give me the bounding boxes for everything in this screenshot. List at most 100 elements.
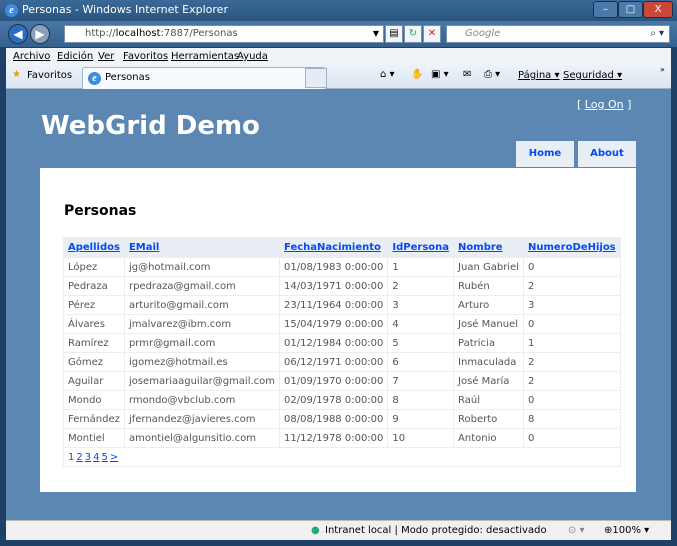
feed-icon[interactable]: ▣ ▾ xyxy=(431,69,449,80)
table-cell: jfernandez@javieres.com xyxy=(123,409,281,429)
hand-icon[interactable]: ✋ xyxy=(411,69,423,80)
table-row: Pedraza rpedraza@gmail.com 14/03/1971 0:00… xyxy=(63,276,621,296)
table-row: Gómez igomez@hotmail.es 06/12/1971 0:00:00… xyxy=(63,352,621,372)
column-header: Nombre xyxy=(453,237,525,258)
table-cell: 15/04/1979 0:00:00 xyxy=(279,314,389,334)
table-cell: rpedraza@gmail.com xyxy=(123,276,281,296)
column-header: FechaNacimiento xyxy=(279,237,389,258)
table-cell: Montiel xyxy=(63,428,125,448)
table-cell: prmr@gmail.com xyxy=(123,333,281,353)
chevron-right-icon[interactable]: » xyxy=(660,65,665,74)
zoom-level[interactable]: ⊕100% ▾ xyxy=(604,525,649,536)
pager-link[interactable]: 4 xyxy=(93,452,99,463)
home-icon[interactable]: ⌂ ▾ xyxy=(380,69,395,80)
table-cell: Gómez xyxy=(63,352,125,372)
search-icon[interactable]: ⌕ ▾ xyxy=(650,26,664,42)
table-cell: arturito@gmail.com xyxy=(123,295,281,315)
browser-tab[interactable]: e Personas xyxy=(82,67,326,89)
table-cell: 02/09/1978 0:00:00 xyxy=(279,390,389,410)
table-cell: Inmaculada xyxy=(453,352,525,372)
sort-link[interactable]: NumeroDeHijos xyxy=(528,242,616,253)
table-cell: 11/12/1978 0:00:00 xyxy=(279,428,389,448)
table-cell: 4 xyxy=(387,314,455,334)
table-cell: 0 xyxy=(523,314,621,334)
table-cell: José Manuel xyxy=(453,314,525,334)
menu-archivo[interactable]: Archivo xyxy=(13,51,50,62)
compat-view-button[interactable]: ▤ xyxy=(385,25,403,43)
table-row: Pérez arturito@gmail.com 23/11/1964 0:00:0… xyxy=(63,295,621,315)
table-cell: Pérez xyxy=(63,295,125,315)
table-cell: 6 xyxy=(387,352,455,372)
nav-home[interactable]: Home xyxy=(516,141,574,167)
table-cell: 01/09/1970 0:00:00 xyxy=(279,371,389,391)
sort-link[interactable]: IdPersona xyxy=(392,242,449,253)
stop-button[interactable]: ✕ xyxy=(423,25,441,43)
menu-edicion[interactable]: Edición xyxy=(57,51,93,62)
window-title: Personas - Windows Internet Explorer xyxy=(22,3,228,16)
nav-about[interactable]: About xyxy=(578,141,636,167)
pager-current: 1 xyxy=(68,451,75,463)
mail-icon[interactable]: ✉ xyxy=(463,69,471,80)
menu-favoritos[interactable]: Favoritos xyxy=(123,51,168,62)
forward-button[interactable]: ▶ xyxy=(30,24,50,44)
column-header: Apellidos xyxy=(63,237,125,258)
dropdown-icon[interactable]: ▼ xyxy=(373,26,379,42)
table-cell: 3 xyxy=(387,295,455,315)
favorites-bar: ★ Favoritos e Personas ⌂ ▾ ✋ ▣ ▾ ✉ ⎙ ▾ Pá… xyxy=(6,65,671,89)
globe-icon: ● xyxy=(311,525,320,536)
menu-ver[interactable]: Ver xyxy=(98,51,114,62)
maximize-button[interactable]: □ xyxy=(618,1,643,18)
back-button[interactable]: ◀ xyxy=(8,24,28,44)
close-button[interactable]: X xyxy=(643,1,673,18)
table-cell: josemariaaguilar@gmail.com xyxy=(123,371,281,391)
table-cell: jg@hotmail.com xyxy=(123,257,281,277)
table-cell: 0 xyxy=(523,428,621,448)
page-content: [ Log On ] WebGrid Demo Home About Perso… xyxy=(6,89,671,520)
table-cell: 1 xyxy=(523,333,621,353)
print-icon[interactable]: ⎙ ▾ xyxy=(484,69,500,80)
pager-link[interactable]: 2 xyxy=(76,452,82,463)
table-cell: Antonio xyxy=(453,428,525,448)
table-cell: 01/12/1984 0:00:00 xyxy=(279,333,389,353)
pager: 1 2 3 4 5 > xyxy=(63,447,621,467)
table-row: Montiel amontiel@algunsitio.com 11/12/1978… xyxy=(63,428,621,448)
table-row: Aguilar josemariaaguilar@gmail.com 01/09/1… xyxy=(63,371,621,391)
pager-link[interactable]: 5 xyxy=(102,452,108,463)
sort-link[interactable]: Apellidos xyxy=(68,242,120,253)
favorites-button[interactable]: Favoritos xyxy=(27,70,72,81)
new-tab-button[interactable] xyxy=(305,68,327,88)
table-cell: Arturo xyxy=(453,295,525,315)
site-title: WebGrid Demo xyxy=(41,111,260,141)
table-cell: 7 xyxy=(387,371,455,391)
table-cell: Rubén xyxy=(453,276,525,296)
menu-ayuda[interactable]: Ayuda xyxy=(237,51,268,62)
address-bar[interactable]: http://localhost:7887/Personas ▼ xyxy=(64,25,384,43)
menu-herramientas[interactable]: Herramientas xyxy=(171,51,239,62)
page-menu[interactable]: Página ▾ xyxy=(518,70,560,81)
table-row: Álvares jmalvarez@ibm.com 15/04/1979 0:00:… xyxy=(63,314,621,334)
protected-icon[interactable]: ⊙ ▾ xyxy=(568,525,585,536)
sort-link[interactable]: FechaNacimiento xyxy=(284,242,381,253)
logon-link[interactable]: Log On xyxy=(585,98,624,111)
table-row: López jg@hotmail.com 01/08/1983 0:00:00 1 Ju… xyxy=(63,257,621,277)
search-input[interactable]: Google ⌕ ▾ xyxy=(446,25,670,43)
menu-bar: Archivo Edición Ver Favoritos Herramient… xyxy=(6,48,671,65)
pager-link[interactable]: > xyxy=(110,452,118,463)
table-cell: Roberto xyxy=(453,409,525,429)
minimize-button[interactable]: – xyxy=(593,1,618,18)
sort-link[interactable]: EMail xyxy=(129,242,159,253)
pager-link[interactable]: 3 xyxy=(85,452,91,463)
table-cell: 14/03/1971 0:00:00 xyxy=(279,276,389,296)
table-cell: Raúl xyxy=(453,390,525,410)
security-menu[interactable]: Seguridad ▾ xyxy=(563,70,622,81)
table-cell: Mondo xyxy=(63,390,125,410)
sort-link[interactable]: Nombre xyxy=(458,242,503,253)
ie-icon: e xyxy=(88,72,101,85)
refresh-button[interactable]: ↻ xyxy=(404,25,422,43)
main-panel: Personas Apellidos EMail FechaNacimiento Id… xyxy=(40,168,636,492)
table-cell: 2 xyxy=(523,352,621,372)
column-header: IdPersona xyxy=(387,237,455,258)
table-cell: 8 xyxy=(523,409,621,429)
table-cell: Patricia xyxy=(453,333,525,353)
table-cell: 0 xyxy=(523,257,621,277)
